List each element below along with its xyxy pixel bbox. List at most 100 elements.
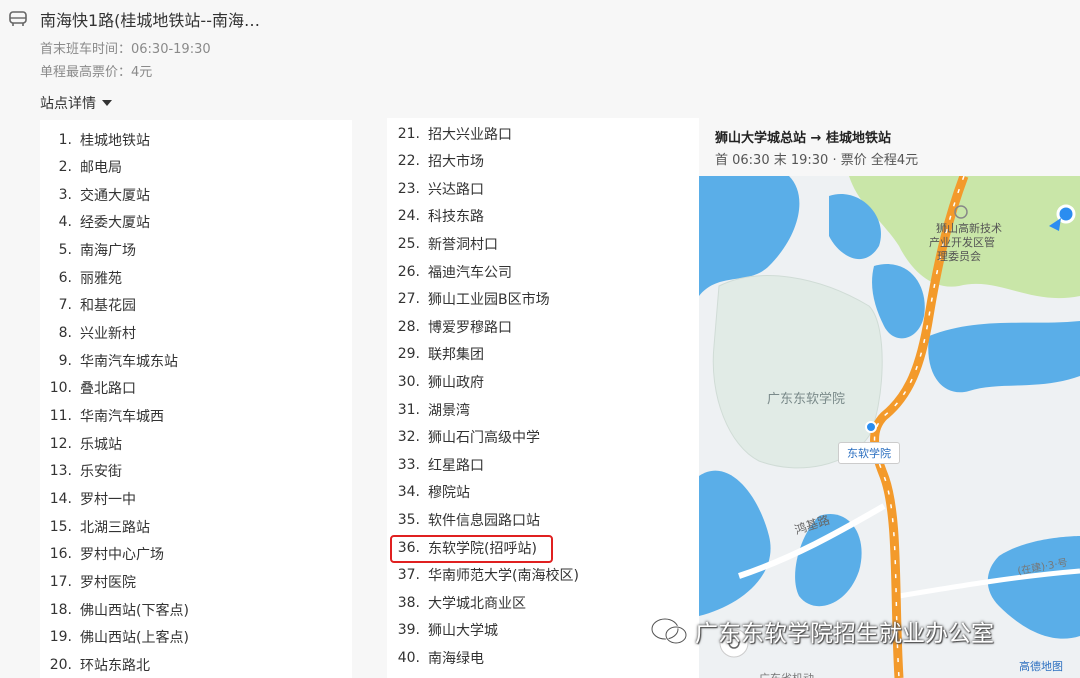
stop-item[interactable]: 25. 新誉洞村口	[387, 230, 498, 257]
stop-marker	[865, 421, 877, 433]
stop-item[interactable]: 27. 狮山工业园B区市场	[387, 286, 550, 313]
stop-name: 罗村一中	[80, 491, 136, 508]
stop-item[interactable]: 3. 交通大厦站	[40, 181, 150, 208]
stop-number: 29.	[397, 346, 420, 363]
stop-name: 狮山石门高级中学	[428, 430, 540, 447]
stop-name: 佛山西站(上客点)	[80, 630, 189, 647]
stop-item[interactable]: 22. 招大市场	[387, 148, 484, 175]
stop-item[interactable]: 20. 环站东路北	[40, 651, 150, 678]
stop-name: 邮电局	[80, 160, 122, 177]
stop-number: 26.	[397, 263, 420, 280]
stop-name: 经委大厦站	[80, 215, 150, 232]
stop-item[interactable]: 13. 乐安街	[40, 458, 122, 485]
stop-item[interactable]: 5. 南海广场	[40, 237, 136, 264]
stop-name: 招大市场	[428, 154, 484, 171]
stop-name: 福迪汽车公司	[428, 264, 512, 281]
stop-item[interactable]: 31. 湖景湾	[387, 396, 470, 423]
stop-number: 7.	[58, 297, 72, 314]
stop-name: 狮山政府	[428, 374, 484, 391]
stop-item[interactable]: 28. 博爱罗穆路口	[387, 313, 512, 340]
route-title: 南海快1路(桂城地铁站--南海…	[40, 11, 260, 30]
stop-name: 交通大厦站	[80, 187, 150, 204]
route-header: 南海快1路(桂城地铁站--南海… 首末班车时间：06:30-19:30 单程最高…	[0, 0, 700, 120]
stop-item[interactable]: 26. 福迪汽车公司	[387, 258, 512, 285]
stop-item[interactable]: 18. 佛山西站(下客点)	[40, 596, 189, 623]
stop-name: 博爱罗穆路口	[428, 319, 512, 336]
stop-number: 18.	[49, 601, 72, 618]
stop-details-toggle[interactable]: 站点详情	[40, 93, 112, 113]
stop-number: 39.	[397, 622, 420, 639]
stop-number: 31.	[397, 401, 420, 418]
stop-item[interactable]: 34. 穆院站	[387, 479, 470, 506]
stop-item[interactable]: 2. 邮电局	[40, 154, 122, 181]
stop-number: 8.	[58, 325, 72, 342]
stop-item[interactable]: 39. 狮山大学城	[387, 617, 498, 644]
stop-number: 16.	[49, 546, 72, 563]
stop-item[interactable]: 1. 桂城地铁站	[40, 126, 150, 153]
stop-item[interactable]: 10. 叠北路口	[40, 375, 136, 402]
stop-number: 30.	[397, 373, 420, 390]
stop-name: 叠北路口	[80, 381, 136, 398]
stop-item[interactable]: 24. 科技东路	[387, 203, 484, 230]
stop-item[interactable]: 4. 经委大厦站	[40, 209, 150, 236]
stop-number: 21.	[397, 125, 420, 142]
stop-name: 科技东路	[428, 209, 484, 226]
stop-item[interactable]: 40. 南海绿电	[387, 644, 484, 671]
stop-name: 大学城北商业区	[428, 595, 526, 612]
stop-number: 1.	[58, 131, 72, 148]
stop-name: 招大兴业路口	[428, 126, 512, 143]
map-bottom-label: 广东省机动	[759, 670, 814, 678]
stop-number: 12.	[49, 435, 72, 452]
stop-item[interactable]: 8. 兴业新村	[40, 320, 136, 347]
stop-item[interactable]: 30. 狮山政府	[387, 368, 484, 395]
route-panel-subtitle: 首 06:30 末 19:30 · 票价 全程4元	[715, 153, 919, 168]
stop-item[interactable]: 9. 华南汽车城东站	[40, 347, 178, 374]
stop-number: 35.	[397, 511, 420, 528]
stop-number: 33.	[397, 456, 420, 473]
stop-list-right: 21. 招大兴业路口 22. 招大市场 23. 兴达路口 24. 科技东路 25. 新誉洞村口 26…	[387, 118, 699, 678]
stop-number: 13.	[49, 463, 72, 480]
stop-name: 南海绿电	[428, 650, 484, 667]
stop-item[interactable]: 7. 和基花园	[40, 292, 136, 319]
stop-number: 4.	[58, 214, 72, 231]
stop-item[interactable]: 35. 软件信息园路口站	[387, 506, 540, 533]
stop-number: 28.	[397, 318, 420, 335]
stop-name: 穆院站	[428, 485, 470, 502]
stop-name: 环站东路北	[80, 657, 150, 674]
stop-number: 14.	[49, 490, 72, 507]
route-map[interactable]: 广东东软学院 东软学院 鸿基路 狮山高新技术 产业开发区管 理委员会 (在建)·…	[699, 176, 1080, 678]
stop-item[interactable]: 17. 罗村医院	[40, 568, 136, 595]
stop-list-left: 1. 桂城地铁站 2. 邮电局 3. 交通大厦站 4. 经委大厦站 5. 南海广场 6. 丽雅苑 7. 和…	[40, 120, 352, 678]
stop-number: 24.	[397, 208, 420, 225]
stop-item[interactable]: 6. 丽雅苑	[40, 264, 122, 291]
stop-item[interactable]: 14. 罗村一中	[40, 485, 136, 512]
route-panel: 狮山大学城总站 → 桂城地铁站 首 06:30 末 19:30 · 票价 全程4…	[700, 118, 1080, 176]
stop-name: 佛山西站(下客点)	[80, 602, 189, 619]
stop-number: 32.	[397, 429, 420, 446]
stop-item[interactable]: 11. 华南汽车城西	[40, 403, 164, 430]
stop-number: 23.	[397, 180, 420, 197]
stop-name: 乐城站	[80, 436, 122, 453]
stop-item[interactable]: 16. 罗村中心广场	[40, 541, 164, 568]
map-stop-label[interactable]: 东软学院	[838, 442, 900, 464]
stop-item[interactable]: 15. 北湖三路站	[40, 513, 150, 540]
stop-item[interactable]: 33. 红星路口	[387, 451, 484, 478]
stop-item[interactable]: 29. 联邦集团	[387, 341, 484, 368]
stop-name: 罗村中心广场	[80, 547, 164, 564]
stop-number: 3.	[58, 186, 72, 203]
stop-details-label: 站点详情	[40, 96, 96, 112]
stop-item[interactable]: 21. 招大兴业路口	[387, 120, 512, 147]
map-zone-label-3: 理委员会	[937, 250, 981, 263]
stop-name: 罗村医院	[80, 574, 136, 591]
highlighted-stop-box	[390, 535, 553, 563]
stop-item[interactable]: 23. 兴达路口	[387, 175, 484, 202]
stop-item[interactable]: 12. 乐城站	[40, 430, 122, 457]
stop-number: 15.	[49, 518, 72, 535]
stop-name: 华南师范大学(南海校区)	[428, 568, 579, 585]
stop-item[interactable]: 38. 大学城北商业区	[387, 589, 526, 616]
stop-item[interactable]: 32. 狮山石门高级中学	[387, 424, 540, 451]
stop-item[interactable]: 37. 华南师范大学(南海校区)	[387, 562, 579, 589]
stop-number: 2.	[58, 159, 72, 176]
stop-name: 华南汽车城东站	[80, 353, 178, 370]
stop-item[interactable]: 19. 佛山西站(上客点)	[40, 624, 189, 651]
